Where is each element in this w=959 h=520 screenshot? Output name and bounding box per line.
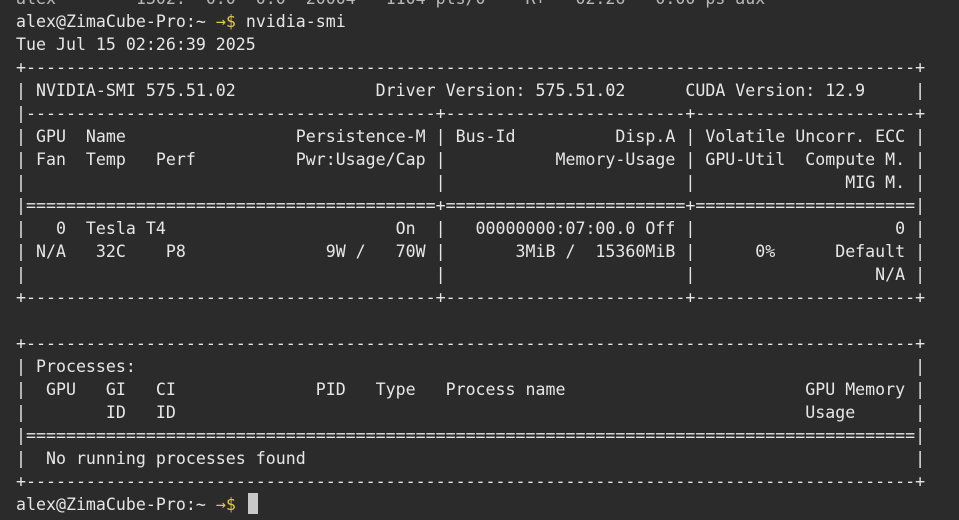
gpu-table-data-row-2: | N/A 32C P8 9W / 70W | 3MiB / 15360MiB … — [16, 242, 926, 261]
previous-output-line: alex 1302. 0.0 0.0 20004 1104 pts/0 R+ 0… — [16, 0, 925, 10]
prompt-dir: ~ — [195, 12, 206, 31]
process-table-header-row-1: | GPU GI CI PID Type Process name GPU Me… — [16, 380, 926, 399]
prompt-dir: ~ — [195, 495, 206, 514]
terminal-window[interactable]: alex 1302. 0.0 0.0 20004 1104 pts/0 R+ 0… — [0, 0, 959, 520]
gpu-table-double-separator: |=======================================… — [16, 196, 926, 215]
prompt-symbol: $ — [225, 495, 236, 514]
command-line: alex@ZimaCube-Pro:~ →$ nvidia-smi — [16, 10, 925, 33]
process-table-title: | Processes: | — [16, 357, 926, 376]
process-table-empty-row: | No running processes found | — [16, 449, 926, 468]
prompt-user-host: alex@ZimaCube-Pro: — [16, 495, 196, 514]
gpu-table-header-row-3: | | | MIG M. | — [16, 173, 926, 192]
terminal-screen: alex 1302. 0.0 0.0 20004 1104 pts/0 R+ 0… — [16, 0, 925, 516]
text-cursor — [247, 493, 258, 514]
process-table-border-top: +---------------------------------------… — [16, 334, 926, 353]
gpu-table-header-row-2: | Fan Temp Perf Pwr:Usage/Cap | Memory-U… — [16, 150, 926, 169]
gpu-table-data-row-1: | 0 Tesla T4 On | 00000000:07:00.0 Off |… — [16, 219, 926, 238]
active-prompt-line[interactable]: alex@ZimaCube-Pro:~ →$ — [16, 493, 925, 516]
gpu-table-version-row: | NVIDIA-SMI 575.51.02 Driver Version: 5… — [16, 81, 926, 100]
prompt-user-host: alex@ZimaCube-Pro: — [16, 12, 196, 31]
process-table-header-row-2: | ID ID Usage | — [16, 403, 926, 422]
gpu-table-border-bottom: +---------------------------------------… — [16, 288, 926, 307]
gpu-table-border-top: +---------------------------------------… — [16, 58, 926, 77]
command-text: nvidia-smi — [245, 12, 346, 31]
gpu-table-separator: |---------------------------------------… — [16, 104, 926, 123]
prompt-symbol: $ — [225, 12, 236, 31]
prompt-arrow-icon: → — [215, 12, 226, 31]
gpu-table-data-row-3: | | | N/A | — [16, 265, 926, 284]
process-table-double-separator: |=======================================… — [16, 426, 926, 445]
date-output: Tue Jul 15 02:26:39 2025 — [16, 35, 256, 54]
gpu-table-header-row-1: | GPU Name Persistence-M | Bus-Id Disp.A… — [16, 127, 926, 146]
process-table-border-bottom: +---------------------------------------… — [16, 472, 926, 491]
prompt-arrow-icon: → — [215, 495, 226, 514]
